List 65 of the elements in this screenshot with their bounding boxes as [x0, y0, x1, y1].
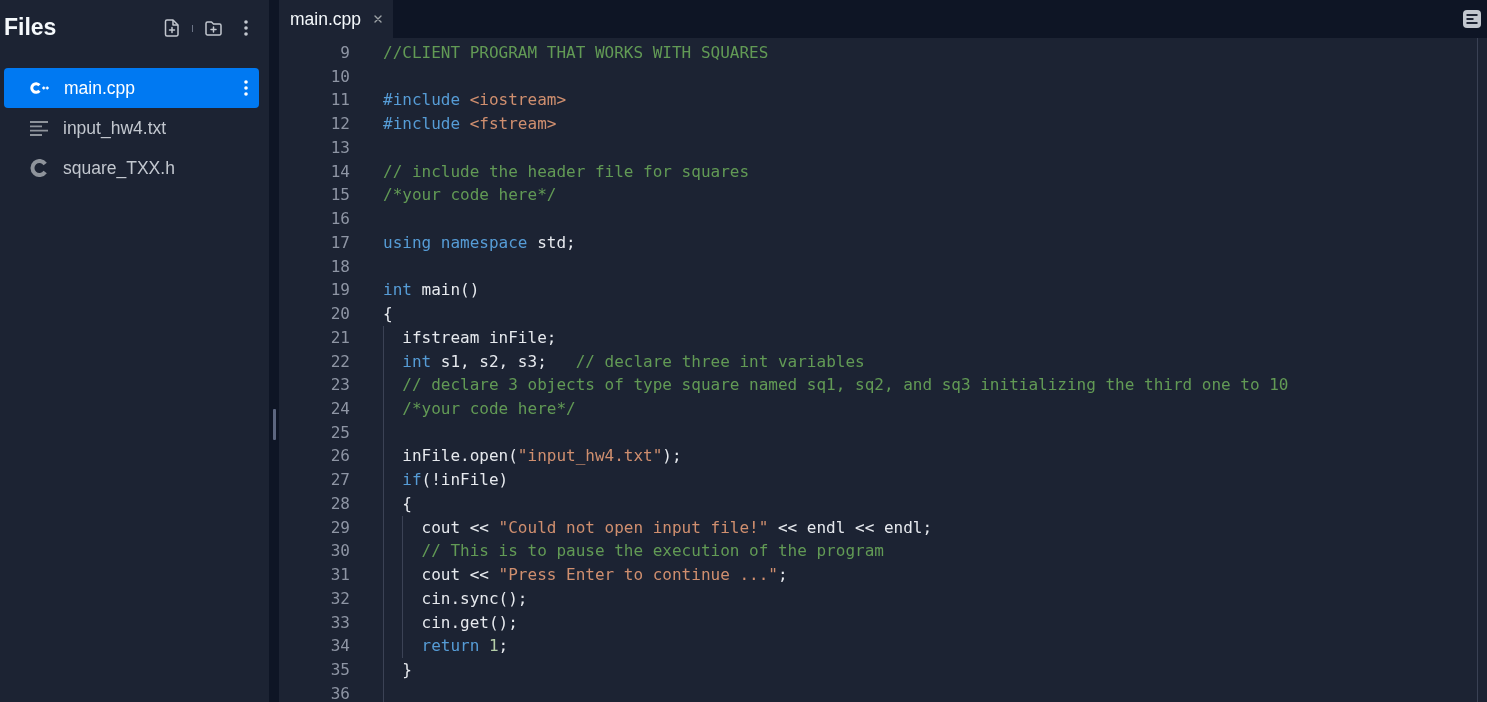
line-number: 17 — [330, 232, 350, 252]
code-line: { — [383, 303, 393, 326]
code-line: { — [383, 491, 412, 516]
line-number: 35 — [330, 660, 350, 680]
line-number: 28 — [330, 493, 350, 513]
code-line: inFile.open("input_hw4.txt"); — [383, 444, 682, 469]
more-vertical-icon[interactable] — [244, 20, 248, 36]
close-icon[interactable] — [374, 15, 382, 23]
line-number: 24 — [330, 399, 350, 418]
code-line: } — [383, 658, 412, 682]
more-vertical-icon[interactable] — [244, 80, 248, 96]
code-line: cout << "Could not open input file!" << endl << endl; — [383, 515, 933, 540]
line-number: 14 — [330, 161, 350, 181]
new-file-icon[interactable] — [164, 19, 180, 37]
line-number: 34 — [330, 636, 350, 656]
line-number: 25 — [330, 422, 350, 442]
code-line: // This is to pause the execution of the program — [383, 539, 884, 564]
code-line: cin.get(); — [383, 610, 518, 635]
line-number: 12 — [330, 114, 350, 134]
file-item[interactable]: main.cpp — [4, 68, 259, 108]
line-number: 36 — [330, 683, 350, 702]
file-item[interactable]: input_hw4.txt — [4, 108, 259, 148]
line-number: 22 — [330, 351, 350, 371]
code-line: // declare 3 objects of type square named sq1, sq2, and sq3 initializing the third one to 10 — [383, 373, 1289, 397]
code-line: ifstream inFile; — [383, 325, 557, 350]
line-number: 33 — [330, 612, 350, 632]
code-line: return 1; — [383, 634, 509, 659]
line-number: 9 — [340, 43, 350, 62]
c-plus-plus-icon — [30, 82, 49, 94]
code-line: int s1, s2, s3; // declare three int variables — [383, 349, 865, 374]
line-number: 32 — [330, 588, 350, 608]
line-number: 26 — [330, 446, 350, 466]
line-number: 27 — [330, 470, 350, 490]
editor-tab[interactable]: main.cpp — [279, 0, 393, 38]
lines-tile-icon[interactable] — [1463, 10, 1481, 28]
new-folder-icon[interactable] — [205, 20, 222, 36]
line-number: 31 — [330, 565, 350, 585]
code-line: cout << "Press Enter to continue ..."; — [383, 563, 788, 587]
code-line: int main() — [383, 279, 480, 302]
line-number: 18 — [330, 256, 350, 276]
code-line: #include <fstream> — [383, 113, 557, 136]
code-line: // include the header file for squares — [383, 160, 750, 183]
sidebar-title: Files — [4, 15, 58, 41]
line-number: 11 — [330, 90, 350, 110]
line-number: 13 — [330, 137, 350, 157]
file-item[interactable]: square_TXX.h — [4, 148, 259, 188]
code-line: if(!inFile) — [383, 468, 509, 492]
line-number: 10 — [330, 66, 350, 86]
code-line: /*your code here*/ — [383, 397, 576, 421]
line-number: 30 — [330, 541, 350, 561]
line-number: 15 — [330, 185, 350, 205]
code-line: /*your code here*/ — [383, 184, 557, 207]
line-number: 21 — [330, 327, 350, 347]
line-number: 23 — [330, 375, 350, 395]
line-number: 19 — [330, 280, 350, 300]
line-number: 20 — [330, 304, 350, 324]
code-line: #include <iostream> — [383, 89, 567, 112]
c-letter-icon — [30, 159, 48, 177]
line-number: 16 — [330, 209, 350, 229]
resize-handle[interactable] — [272, 409, 276, 440]
line-number: 29 — [330, 517, 350, 537]
text-lines-icon — [30, 120, 48, 136]
code-line: using namespace std; — [383, 231, 576, 254]
code-line: cin.sync(); — [383, 586, 528, 611]
code-line: //CLIENT PROGRAM THAT WORKS WITH SQUARES — [383, 42, 769, 64]
